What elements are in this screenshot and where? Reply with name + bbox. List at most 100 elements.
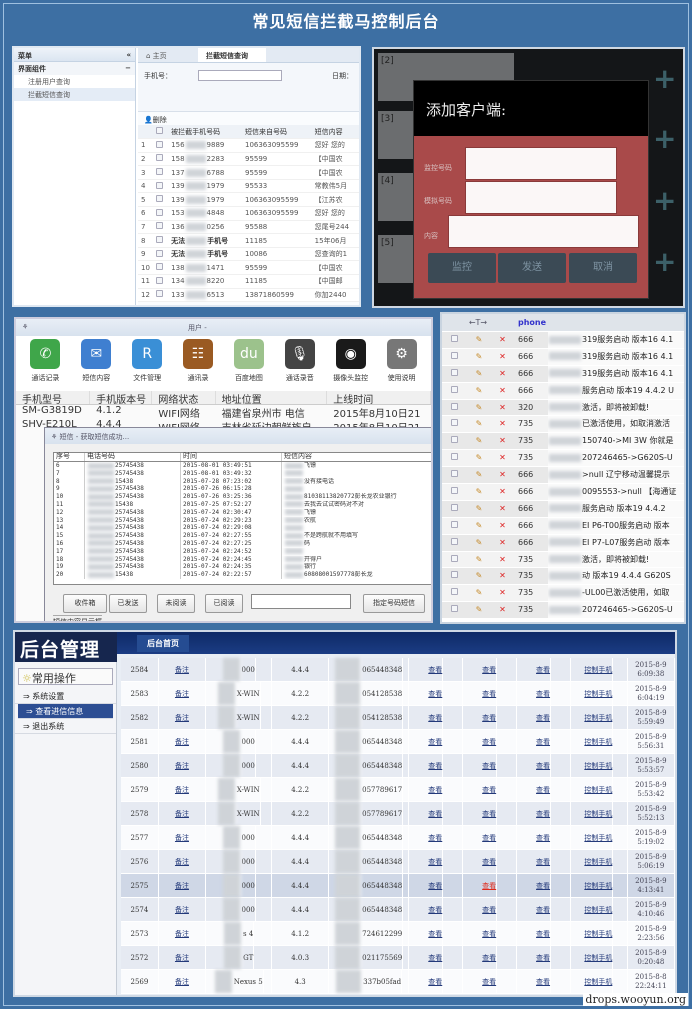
view-link[interactable]: 查看 (482, 850, 498, 873)
delete-icon[interactable]: ✕ (491, 450, 514, 466)
note-link[interactable]: 备注 (159, 970, 207, 993)
edit-icon[interactable]: ✎ (467, 568, 491, 584)
delete-icon[interactable]: ✕ (491, 467, 514, 483)
table-row[interactable]: 2581 备注 000 4.4.4 065448348 查看 查看 查看 控制手机 2015-8-… (121, 730, 675, 754)
tool-map[interactable]: du 百度地图 (224, 339, 275, 392)
table-row[interactable]: 2572 备注 GT 4.0.3 021175569 查看 查看 查看 控制手机 2015-8-9… (121, 946, 675, 970)
sent-button[interactable]: 已发送 (109, 594, 147, 613)
table-row[interactable]: ✎ ✕ 735 已激活使用，如取消激活 (442, 416, 684, 434)
edit-icon[interactable]: ✎ (467, 467, 491, 483)
note-link[interactable]: 备注 (159, 826, 207, 849)
view-link[interactable]: 查看 (482, 898, 498, 921)
table-row[interactable]: ✎ ✕ 735 207246465->G620S-U (442, 602, 684, 620)
table-row[interactable]: 7 136 0256 95588 您尾号244 (138, 220, 359, 235)
view-link[interactable]: 查看 (536, 922, 552, 945)
view-link[interactable]: 查看 (536, 754, 552, 777)
column-arrows[interactable]: ←T→ (442, 314, 514, 331)
note-link[interactable]: 备注 (159, 946, 207, 969)
view-link[interactable]: 查看 (482, 706, 498, 729)
control-phone-link[interactable]: 控制手机 (584, 682, 614, 705)
row-checkbox[interactable] (451, 402, 458, 410)
view-link[interactable]: 查看 (428, 850, 444, 873)
table-row[interactable]: 2577 备注 000 4.4.4 065448348 查看 查看 查看 控制手机 2015-8-… (121, 826, 675, 850)
table-row[interactable]: ✎ ✕ 666 服务启动 版本19 4.4.2 U (442, 382, 684, 400)
delete-icon[interactable]: ✕ (491, 383, 514, 399)
control-phone-link[interactable]: 控制手机 (584, 922, 614, 945)
row-checkbox[interactable] (451, 470, 458, 478)
table-row[interactable]: 1 156 9889 106363095599 您好 您的 (138, 138, 359, 153)
view-link[interactable]: 查看 (428, 946, 444, 969)
edit-icon[interactable]: ✎ (467, 484, 491, 500)
control-phone-link[interactable]: 控制手机 (584, 946, 614, 969)
row-checkbox[interactable] (451, 368, 458, 376)
view-link[interactable]: 查看 (428, 802, 444, 825)
table-row[interactable]: 12 133 6513 13871860599 你加2440 (138, 288, 359, 303)
table-row[interactable]: ✎ ✕ 735 动 版本19 4.4.4 G620S (442, 568, 684, 586)
view-link[interactable]: 查看 (536, 802, 552, 825)
row-checkbox[interactable] (451, 335, 458, 342)
row-checkbox[interactable] (155, 263, 163, 271)
view-link[interactable]: 查看 (536, 874, 552, 897)
view-link[interactable]: 查看 (536, 658, 552, 681)
table-row[interactable]: ✎ ✕ 735 激活，即将被卸载! (442, 551, 684, 569)
view-link[interactable]: 查看 (428, 874, 444, 897)
view-link[interactable]: 查看 (482, 946, 498, 969)
read-button[interactable]: 已阅读 (205, 594, 243, 613)
table-row[interactable]: 2574 备注 000 4.4.4 065448348 查看 查看 查看 控制手机 2015-8-… (121, 898, 675, 922)
control-phone-link[interactable]: 控制手机 (584, 706, 614, 729)
note-link[interactable]: 备注 (159, 802, 207, 825)
sms-row[interactable]: 13 25745438 2015-07-24 02:29:23 农航 (54, 516, 431, 525)
row-checkbox[interactable] (451, 588, 458, 596)
view-link[interactable]: 查看 (428, 898, 444, 921)
tool-mail[interactable]: ✉ 短信内容 (71, 339, 122, 392)
control-phone-link[interactable]: 控制手机 (584, 898, 614, 921)
table-row[interactable]: 9 无法 手机号 10086 您查询的1 (138, 247, 359, 262)
view-link[interactable]: 查看 (536, 826, 552, 849)
note-link[interactable]: 备注 (159, 658, 207, 681)
device-row[interactable]: SM-G3819D 4.1.2 WIFI网络 福建省泉州市 电信 2015年8月10日2… (16, 405, 431, 419)
row-checkbox[interactable] (451, 520, 458, 528)
edit-icon[interactable]: ✎ (467, 585, 491, 601)
view-link[interactable]: 查看 (428, 922, 444, 945)
edit-icon[interactable]: ✎ (467, 552, 491, 568)
view-link[interactable]: 查看 (482, 778, 498, 801)
table-row[interactable]: ✎ ✕ 666 319服务启动 版本16 4.1 (442, 365, 684, 383)
table-row[interactable]: ✎ ✕ 666 EI P7-L07服务启动 版本 (442, 534, 684, 552)
view-link[interactable]: 查看 (482, 802, 498, 825)
table-row[interactable]: ✎ ✕ 666 0095553->null 【海通证 (442, 484, 684, 501)
delete-icon[interactable]: ✕ (491, 484, 514, 500)
number-input[interactable] (251, 594, 351, 609)
sms-row[interactable]: 18 25745438 2015-07-24 02:24:45 开得户 (54, 555, 431, 564)
view-link[interactable]: 查看 (482, 730, 498, 753)
row-checkbox[interactable] (451, 436, 458, 444)
row-checkbox[interactable] (155, 276, 163, 284)
group-toggle-icon[interactable]: − (125, 64, 131, 73)
tab-intercepted-sms[interactable]: 拦截短信查询 (198, 48, 266, 62)
row-checkbox[interactable] (451, 605, 458, 613)
sms-row[interactable]: 11 15438 2015-07-25 07:52:27 去我去试试密码对不对 (54, 500, 431, 509)
table-row[interactable]: 2573 备注 s 4 4.1.2 724612299 查看 查看 查看 控制手机 2015-8-… (121, 922, 675, 946)
view-link[interactable]: 查看 (428, 706, 444, 729)
collapse-icon[interactable]: « (126, 51, 131, 59)
control-phone-link[interactable]: 控制手机 (584, 850, 614, 873)
view-link[interactable]: 查看 (536, 946, 552, 969)
view-link[interactable]: 查看 (428, 658, 444, 681)
view-link[interactable]: 查看 (536, 778, 552, 801)
delete-icon[interactable]: ✕ (491, 518, 514, 534)
menu-group[interactable]: 界面组件 − (14, 62, 135, 75)
tool-microphone[interactable]: 🎙 通话录音 (274, 339, 325, 392)
tab-home[interactable]: ⌂ 主页 (138, 48, 198, 62)
add-icon[interactable]: + (653, 187, 676, 215)
control-phone-link[interactable]: 控制手机 (584, 778, 614, 801)
row-checkbox[interactable] (451, 554, 458, 562)
delete-icon[interactable]: ✕ (491, 366, 514, 382)
sms-row[interactable]: 9 25745438 2015-07-26 06:15:28 (54, 485, 431, 494)
edit-icon[interactable]: ✎ (467, 349, 491, 365)
table-row[interactable]: 2580 备注 000 4.4.4 065448348 查看 查看 查看 控制手机 2015-8-… (121, 754, 675, 778)
sidebar-item-registered-users[interactable]: 注册用户查询 (14, 75, 135, 88)
note-link[interactable]: 备注 (159, 898, 207, 921)
view-link[interactable]: 查看 (428, 754, 444, 777)
edit-icon[interactable]: ✎ (467, 501, 491, 517)
sms-by-number-button[interactable]: 指定号码短信 (363, 594, 425, 613)
sms-row[interactable]: 20 15438 2015-07-24 02:22:57 60808001597778… (54, 571, 431, 579)
